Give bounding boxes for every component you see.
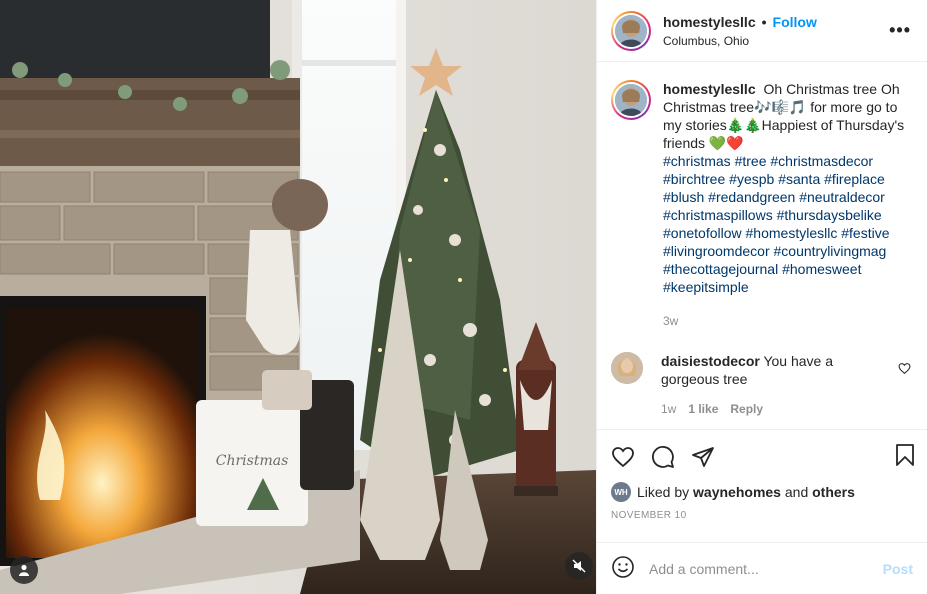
post-media[interactable]: Christmas — [0, 0, 596, 594]
like-button[interactable] — [611, 445, 635, 469]
likes-summary: WH Liked by waynehomes and others — [611, 482, 913, 502]
action-bar: WH Liked by waynehomes and others NOVEMB… — [597, 429, 927, 542]
comment-like-heart-icon[interactable] — [898, 362, 911, 375]
hashtag-link[interactable]: #onetofollow — [663, 225, 742, 241]
hashtag-link[interactable]: #keepitsimple — [663, 279, 749, 295]
post-date[interactable]: NOVEMBER 10 — [611, 510, 913, 521]
comments-section: homestylesllc Oh Christmas tree Oh Chris… — [597, 62, 927, 429]
muted-speaker-icon — [572, 559, 586, 573]
story-avatar[interactable] — [611, 10, 651, 51]
hashtag-link[interactable]: #fireplace — [824, 171, 885, 187]
commenter-username[interactable]: daisiestodecor — [661, 353, 760, 369]
comment-item: daisiestodecor You have a gorgeous tree — [611, 352, 913, 388]
liked-and: and — [784, 484, 809, 500]
comment-input[interactable] — [649, 560, 883, 577]
hashtag-link[interactable]: #livingroomdecor — [663, 243, 770, 259]
post-comment-button[interactable]: Post — [883, 561, 913, 577]
svg-text:Christmas: Christmas — [216, 453, 289, 469]
avatar — [615, 84, 647, 116]
liker-avatar[interactable]: WH — [611, 482, 631, 502]
hashtag-link[interactable]: #blush — [663, 189, 704, 205]
save-button[interactable] — [893, 443, 917, 470]
comment-icon — [652, 446, 674, 468]
liked-by-prefix: Liked by — [637, 484, 690, 500]
avatar — [615, 14, 647, 47]
comment-like-count[interactable]: 1 like — [688, 402, 718, 416]
christmas-living-room-photo: Christmas — [0, 0, 596, 594]
hashtag-link[interactable]: #christmasdecor — [770, 153, 873, 169]
add-comment-bar: Post — [597, 542, 927, 594]
follow-button[interactable]: Follow — [773, 14, 817, 30]
user-tag-button[interactable] — [10, 556, 38, 584]
comment-age[interactable]: 1w — [661, 402, 676, 416]
hashtag-link[interactable]: #neutraldecor — [799, 189, 885, 205]
emoji-icon — [612, 556, 634, 578]
caption-avatar[interactable] — [611, 80, 651, 120]
hashtag-link[interactable]: #santa — [778, 171, 820, 187]
hashtag-link[interactable]: #countrylivingmag — [774, 243, 887, 259]
post-header: homestylesllc • Follow Columbus, Ohio ••… — [597, 0, 927, 62]
hashtag-link[interactable]: #birchtree — [663, 171, 725, 187]
bookmark-icon — [896, 444, 914, 466]
more-options-icon[interactable]: ••• — [889, 21, 911, 39]
comment-meta: 1w 1 like Reply — [661, 402, 913, 416]
post-side-panel: homestylesllc • Follow Columbus, Ohio ••… — [596, 0, 927, 594]
user-tag-icon — [19, 564, 29, 576]
hashtag-link[interactable]: #festive — [841, 225, 889, 241]
commenter-avatar[interactable] — [611, 352, 643, 384]
liker-username[interactable]: waynehomes — [693, 484, 781, 500]
caption-age[interactable]: 3w — [663, 312, 908, 330]
hashtag-link[interactable]: #thecottagejournal — [663, 261, 778, 277]
hashtag-link[interactable]: #christmaspillows — [663, 207, 773, 223]
hashtag-link[interactable]: #redandgreen — [708, 189, 795, 205]
share-button[interactable] — [691, 445, 715, 469]
separator-dot: • — [761, 13, 767, 30]
caption: homestylesllc Oh Christmas tree Oh Chris… — [611, 80, 913, 330]
post-view: Christmas homestylesllc • Follow Columbu… — [0, 0, 927, 594]
heart-icon — [612, 447, 634, 468]
mute-button[interactable] — [565, 552, 593, 580]
hashtag-link[interactable]: #christmas — [663, 153, 731, 169]
share-icon — [692, 447, 714, 467]
hashtag-link[interactable]: #homesweet — [782, 261, 861, 277]
hashtag-link[interactable]: #homestylesllc — [746, 225, 838, 241]
header-text: homestylesllc • Follow Columbus, Ohio — [663, 14, 817, 48]
comment-button[interactable] — [651, 445, 675, 469]
hashtag-list: #christmas #tree #christmasdecor #bircht… — [663, 152, 908, 296]
liked-others-link[interactable]: others — [812, 484, 855, 500]
caption-username[interactable]: homestylesllc — [663, 81, 756, 97]
reply-button[interactable]: Reply — [730, 402, 763, 416]
hashtag-link[interactable]: #tree — [735, 153, 767, 169]
emoji-button[interactable] — [611, 555, 635, 582]
hashtag-link[interactable]: #thursdaysbelike — [777, 207, 882, 223]
post-username[interactable]: homestylesllc — [663, 14, 756, 30]
hashtag-link[interactable]: #yespb — [729, 171, 774, 187]
post-location[interactable]: Columbus, Ohio — [663, 34, 817, 48]
